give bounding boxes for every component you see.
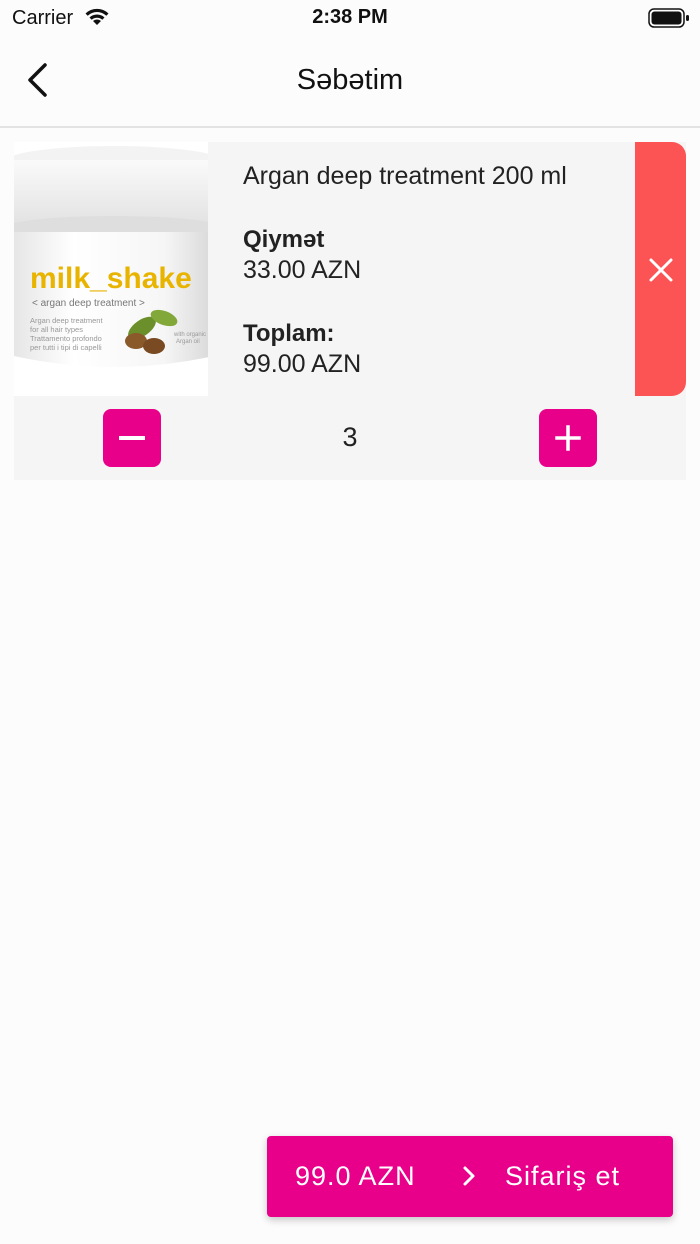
- status-bar: Carrier 2:38 PM: [0, 0, 700, 40]
- svg-text:per tutti i tipi di capelli: per tutti i tipi di capelli: [30, 343, 102, 352]
- svg-text:Argan oil: Argan oil: [176, 339, 200, 345]
- image-brand-text: milk_shake: [30, 262, 192, 295]
- navigation-bar: Səbətim: [0, 40, 700, 128]
- minus-icon: [119, 436, 145, 440]
- decrease-quantity-button[interactable]: [103, 409, 161, 467]
- product-name: Argan deep treatment 200 ml: [243, 162, 567, 190]
- plus-icon: [555, 425, 581, 451]
- svg-text:with organic: with organic: [173, 332, 206, 338]
- clock-label: 2:38 PM: [312, 6, 388, 28]
- svg-text:for all hair types: for all hair types: [30, 325, 83, 334]
- cart-item-card: milk_shake < argan deep treatment > Arga…: [14, 142, 686, 480]
- checkout-label: Sifariş et: [505, 1161, 621, 1191]
- svg-text:Trattamento profondo: Trattamento profondo: [30, 334, 102, 343]
- increase-quantity-button[interactable]: [539, 409, 597, 467]
- total-value: 99.00 AZN: [243, 350, 362, 378]
- price-value: 33.00 AZN: [243, 256, 362, 284]
- checkout-total: 99.0 AZN: [295, 1161, 416, 1191]
- battery-icon: [648, 8, 690, 33]
- quantity-value: 3: [342, 422, 358, 452]
- page-title: Səbətim: [296, 64, 404, 96]
- product-image[interactable]: milk_shake < argan deep treatment > Arga…: [14, 142, 208, 396]
- remove-item-button[interactable]: [635, 142, 686, 396]
- svg-text:Argan deep treatment: Argan deep treatment: [30, 316, 103, 325]
- close-icon: [649, 258, 673, 282]
- total-label: Toplam:: [243, 320, 335, 347]
- price-label: Qiymət: [243, 226, 325, 253]
- image-subtitle-text: < argan deep treatment >: [32, 298, 145, 309]
- chevron-right-icon: [460, 1165, 478, 1192]
- checkout-button[interactable]: 99.0 AZN Sifariş et: [267, 1136, 673, 1217]
